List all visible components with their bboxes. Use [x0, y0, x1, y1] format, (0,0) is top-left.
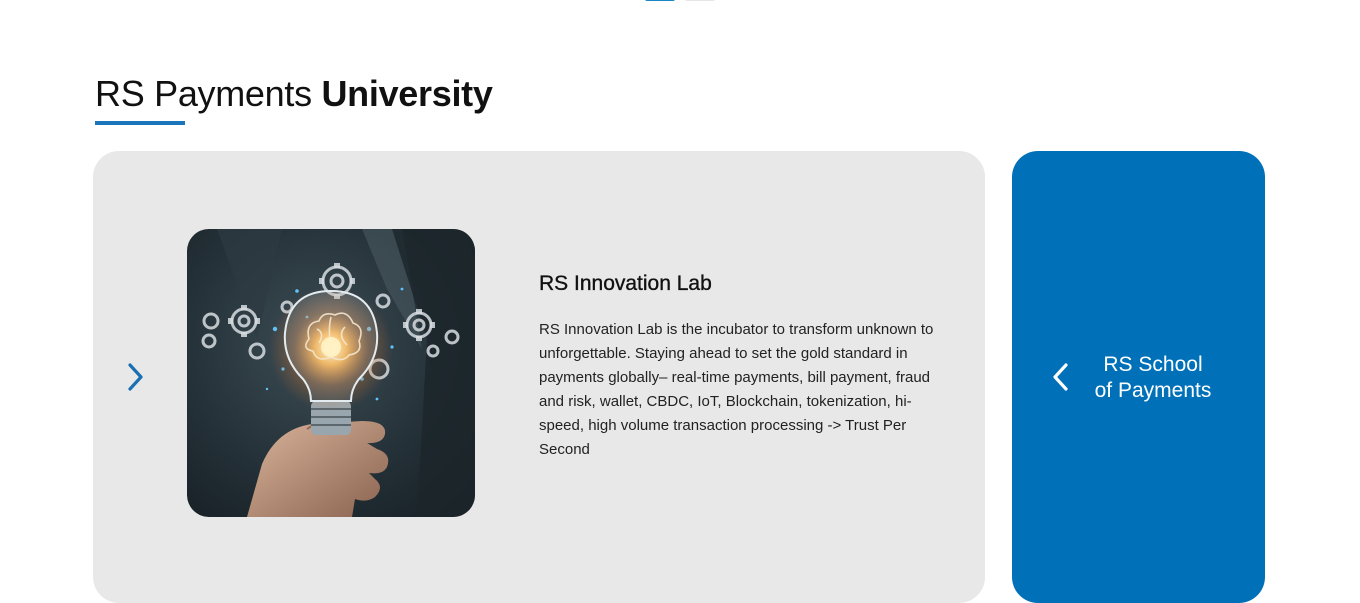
carousel-indicators — [645, 0, 715, 1]
side-label-line2: of Payments — [1094, 379, 1212, 402]
title-underline — [95, 121, 185, 125]
chevron-left-icon[interactable] — [1044, 360, 1076, 394]
section-title-light: RS Payments — [95, 73, 322, 114]
card-description: RS Innovation Lab is the incubator to tr… — [539, 321, 934, 458]
university-section: RS Payments University RS Innovation Lab… — [0, 0, 1360, 603]
section-title: RS Payments University — [95, 72, 493, 116]
carousel-dot[interactable] — [685, 0, 715, 1]
card-title: RS Innovation Lab — [539, 272, 712, 295]
carousel-dot-active[interactable] — [645, 0, 675, 1]
school-of-payments-label[interactable]: RS School of Payments — [1082, 352, 1224, 404]
section-title-bold: University — [321, 73, 493, 114]
lightbulb-brain-gears-image — [187, 229, 475, 517]
chevron-right-icon[interactable] — [120, 360, 152, 394]
side-label-line1: RS School — [1103, 353, 1203, 376]
